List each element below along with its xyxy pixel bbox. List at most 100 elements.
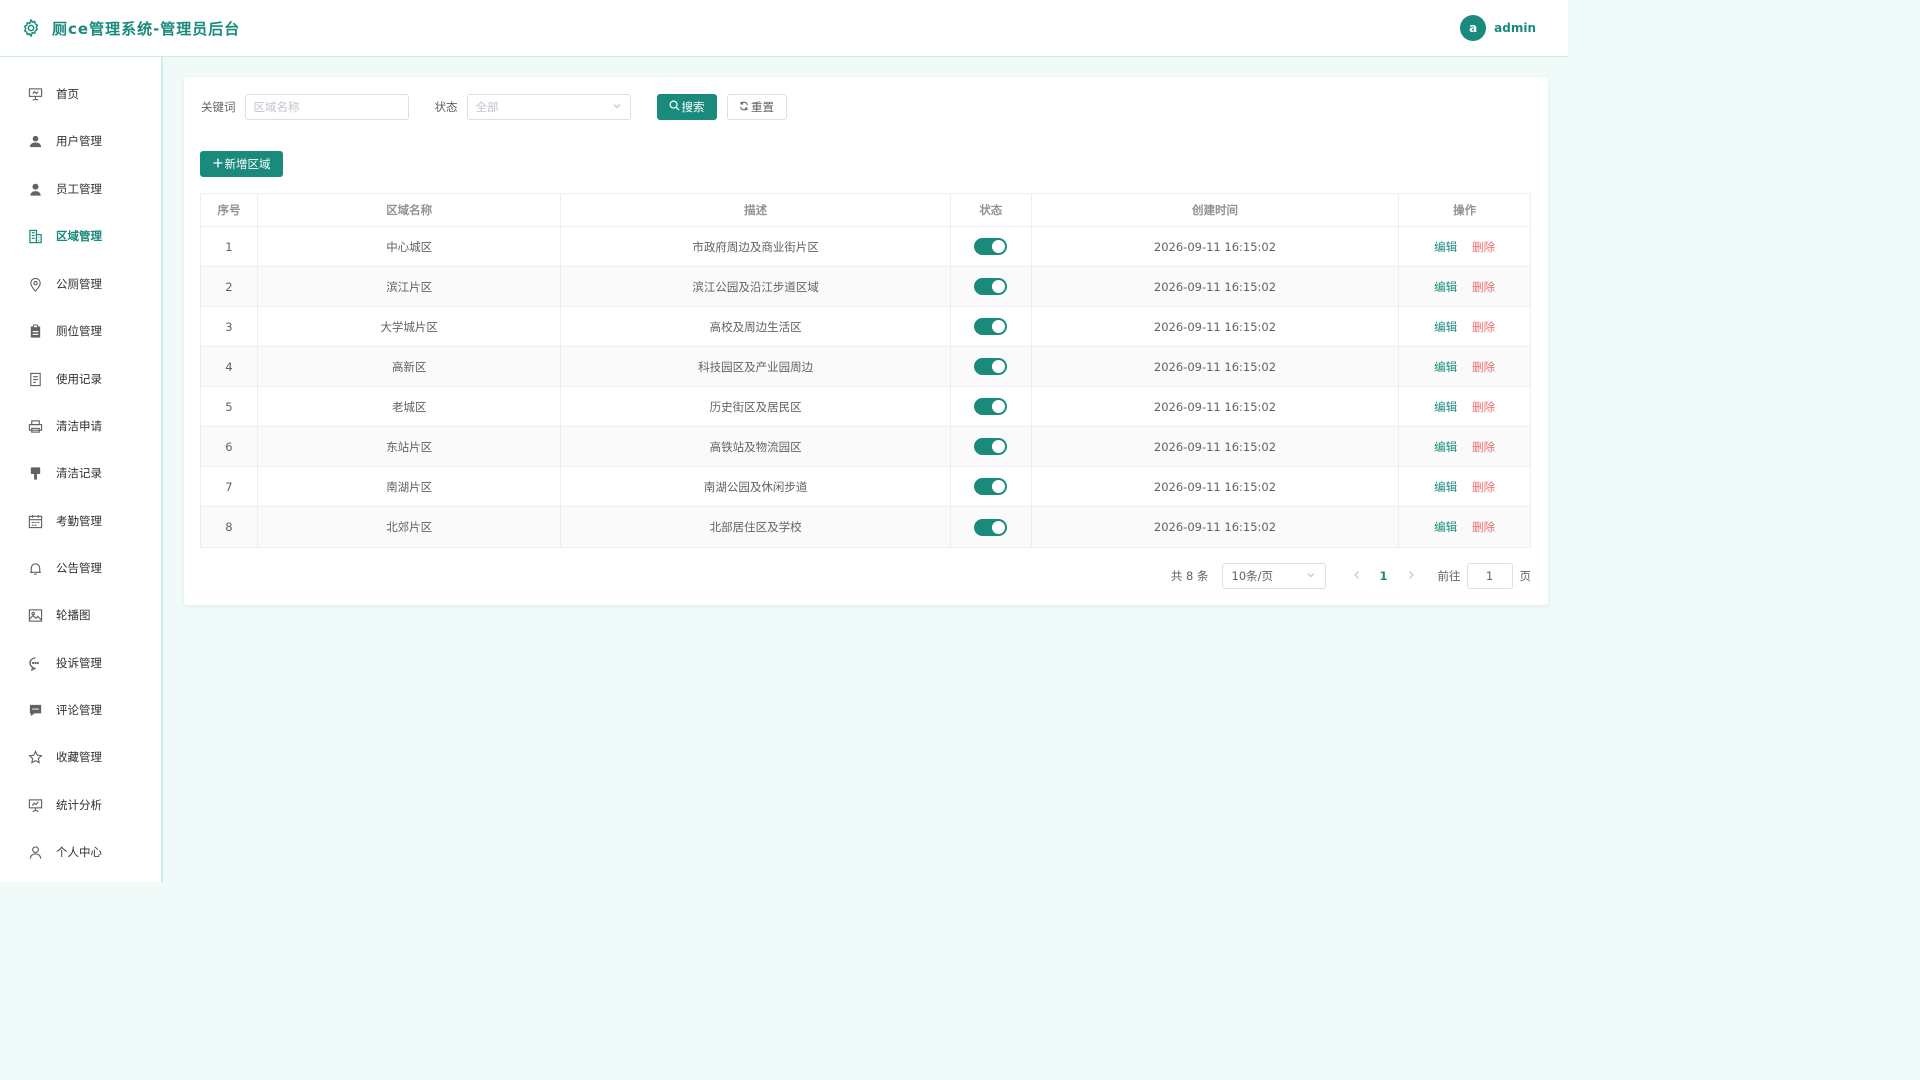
user-menu[interactable]: a admin	[1460, 15, 1536, 41]
username[interactable]: admin	[1494, 21, 1536, 35]
status-toggle[interactable]	[974, 278, 1008, 295]
cell-created-time: 2026-09-11 16:15:02	[1032, 507, 1400, 547]
delete-button[interactable]: 删除	[1472, 479, 1495, 495]
sidebar-item-users[interactable]: 用户管理	[0, 121, 161, 161]
status-label: 状态	[434, 100, 458, 114]
sidebar-item-cleaning-requests[interactable]: 清洁申请	[0, 406, 161, 446]
cell-actions: 编辑 删除	[1399, 267, 1530, 306]
sidebar-item-complaints[interactable]: 投诉管理	[0, 643, 161, 683]
edit-button[interactable]: 编辑	[1434, 319, 1457, 335]
status-toggle[interactable]	[974, 518, 1008, 536]
status-toggle[interactable]	[974, 318, 1008, 335]
reset-button-label: 重置	[751, 100, 774, 114]
edit-button[interactable]: 编辑	[1434, 279, 1457, 295]
sidebar-item-usage-records[interactable]: 使用记录	[0, 359, 161, 399]
cell-created-time: 2026-09-11 16:15:02	[1032, 227, 1400, 266]
picture-icon	[28, 608, 43, 623]
sidebar-item-profile[interactable]: 个人中心	[0, 832, 161, 872]
sidebar-item-stalls[interactable]: 厕位管理	[0, 311, 161, 351]
sidebar-item-carousel[interactable]: 轮播图	[0, 595, 161, 635]
edit-button[interactable]: 编辑	[1434, 519, 1457, 535]
page-number-current[interactable]: 1	[1370, 569, 1398, 583]
status-toggle[interactable]	[974, 238, 1008, 255]
search-button[interactable]: 搜索	[656, 94, 717, 120]
cell-area-name: 老城区	[258, 387, 562, 426]
column-header: 序号	[201, 194, 258, 226]
cell-status	[951, 387, 1032, 426]
search-form: 关键词 区域名称 状态 全部 搜索 重置	[201, 94, 787, 120]
edit-button[interactable]: 编辑	[1434, 479, 1457, 495]
keyword-label: 关键词	[201, 100, 236, 114]
edit-button[interactable]: 编辑	[1434, 359, 1457, 375]
page-size-select[interactable]: 10条/页	[1221, 563, 1326, 589]
cell-status	[951, 427, 1032, 466]
add-area-button[interactable]: 新增区域	[200, 151, 283, 177]
delete-button[interactable]: 删除	[1472, 399, 1495, 415]
column-header: 区域名称	[258, 194, 562, 226]
goto-page-input[interactable]: 1	[1466, 563, 1513, 589]
status-toggle[interactable]	[974, 358, 1008, 375]
delete-button[interactable]: 删除	[1472, 519, 1495, 535]
status-toggle[interactable]	[974, 478, 1008, 495]
cell-description: 高铁站及物流园区	[561, 427, 951, 466]
delete-button[interactable]: 删除	[1472, 279, 1495, 295]
sidebar-item-toilets[interactable]: 公厕管理	[0, 264, 161, 304]
cell-actions: 编辑 删除	[1399, 227, 1530, 266]
cell-area-name: 中心城区	[258, 227, 562, 266]
avatar[interactable]: a	[1460, 15, 1487, 41]
cell-area-name: 南湖片区	[258, 467, 562, 506]
prev-page-button[interactable]	[1344, 569, 1370, 584]
cell-status	[951, 227, 1032, 266]
sidebar-item-label: 员工管理	[56, 182, 102, 196]
page-size-value: 10条/页	[1231, 569, 1274, 583]
cell-actions: 编辑 删除	[1399, 307, 1530, 346]
table-row: 4 高新区 科技园区及产业园周边 2026-09-11 16:15:02 编辑 删除	[201, 347, 1530, 387]
sidebar-item-statistics[interactable]: 统计分析	[0, 785, 161, 825]
status-toggle[interactable]	[974, 438, 1008, 455]
sidebar-item-announcements[interactable]: 公告管理	[0, 548, 161, 588]
cell-description: 北部居住区及学校	[561, 507, 951, 547]
status-select[interactable]: 全部	[466, 94, 631, 120]
sidebar-item-home[interactable]: 首页	[0, 74, 161, 114]
sidebar-item-staff[interactable]: 员工管理	[0, 169, 161, 209]
keyword-input[interactable]: 区域名称	[244, 94, 409, 120]
page-suffix: 页	[1519, 569, 1532, 583]
cell-description: 高校及周边生活区	[561, 307, 951, 346]
sidebar-item-label: 公告管理	[56, 561, 102, 575]
column-header: 状态	[951, 194, 1032, 226]
cell-created-time: 2026-09-11 16:15:02	[1032, 427, 1400, 466]
sidebar-item-label: 用户管理	[56, 134, 102, 148]
cell-actions: 编辑 删除	[1399, 427, 1530, 466]
brand: 厕ce管理系统-管理员后台	[20, 17, 240, 39]
pagination-total: 共 8 条	[1170, 569, 1209, 583]
sidebar-item-attendance[interactable]: 考勤管理	[0, 501, 161, 541]
delete-button[interactable]: 删除	[1472, 359, 1495, 375]
pagination: 共 8 条 10条/页 1 前往 1 页	[1171, 563, 1531, 589]
next-page-button[interactable]	[1398, 569, 1424, 584]
cell-index: 7	[201, 467, 258, 506]
cell-status	[951, 267, 1032, 306]
sidebar-item-comments[interactable]: 评论管理	[0, 690, 161, 730]
cell-created-time: 2026-09-11 16:15:02	[1032, 467, 1400, 506]
chevron-down-icon	[1306, 569, 1316, 583]
sidebar-item-label: 个人中心	[56, 845, 102, 859]
cell-index: 4	[201, 347, 258, 386]
edit-button[interactable]: 编辑	[1434, 239, 1457, 255]
cell-area-name: 北郊片区	[258, 507, 562, 547]
calendar-icon	[28, 514, 43, 529]
office-building-icon	[28, 229, 43, 244]
search-button-label: 搜索	[681, 100, 705, 114]
table-row: 6 东站片区 高铁站及物流园区 2026-09-11 16:15:02 编辑 删除	[201, 427, 1530, 467]
reset-button[interactable]: 重置	[726, 94, 787, 120]
sidebar-item-favorites[interactable]: 收藏管理	[0, 737, 161, 777]
table-row: 2 滨江片区 滨江公园及沿江步道区域 2026-09-11 16:15:02 编辑 删除	[201, 267, 1530, 307]
edit-button[interactable]: 编辑	[1434, 439, 1457, 455]
delete-button[interactable]: 删除	[1472, 319, 1495, 335]
table-row: 1 中心城区 市政府周边及商业街片区 2026-09-11 16:15:02 编辑 删除	[201, 227, 1530, 267]
status-toggle[interactable]	[974, 398, 1008, 415]
delete-button[interactable]: 删除	[1472, 239, 1495, 255]
sidebar-item-cleaning-records[interactable]: 清洁记录	[0, 453, 161, 493]
sidebar-item-areas[interactable]: 区域管理	[0, 216, 161, 256]
delete-button[interactable]: 删除	[1472, 439, 1495, 455]
edit-button[interactable]: 编辑	[1434, 399, 1457, 415]
